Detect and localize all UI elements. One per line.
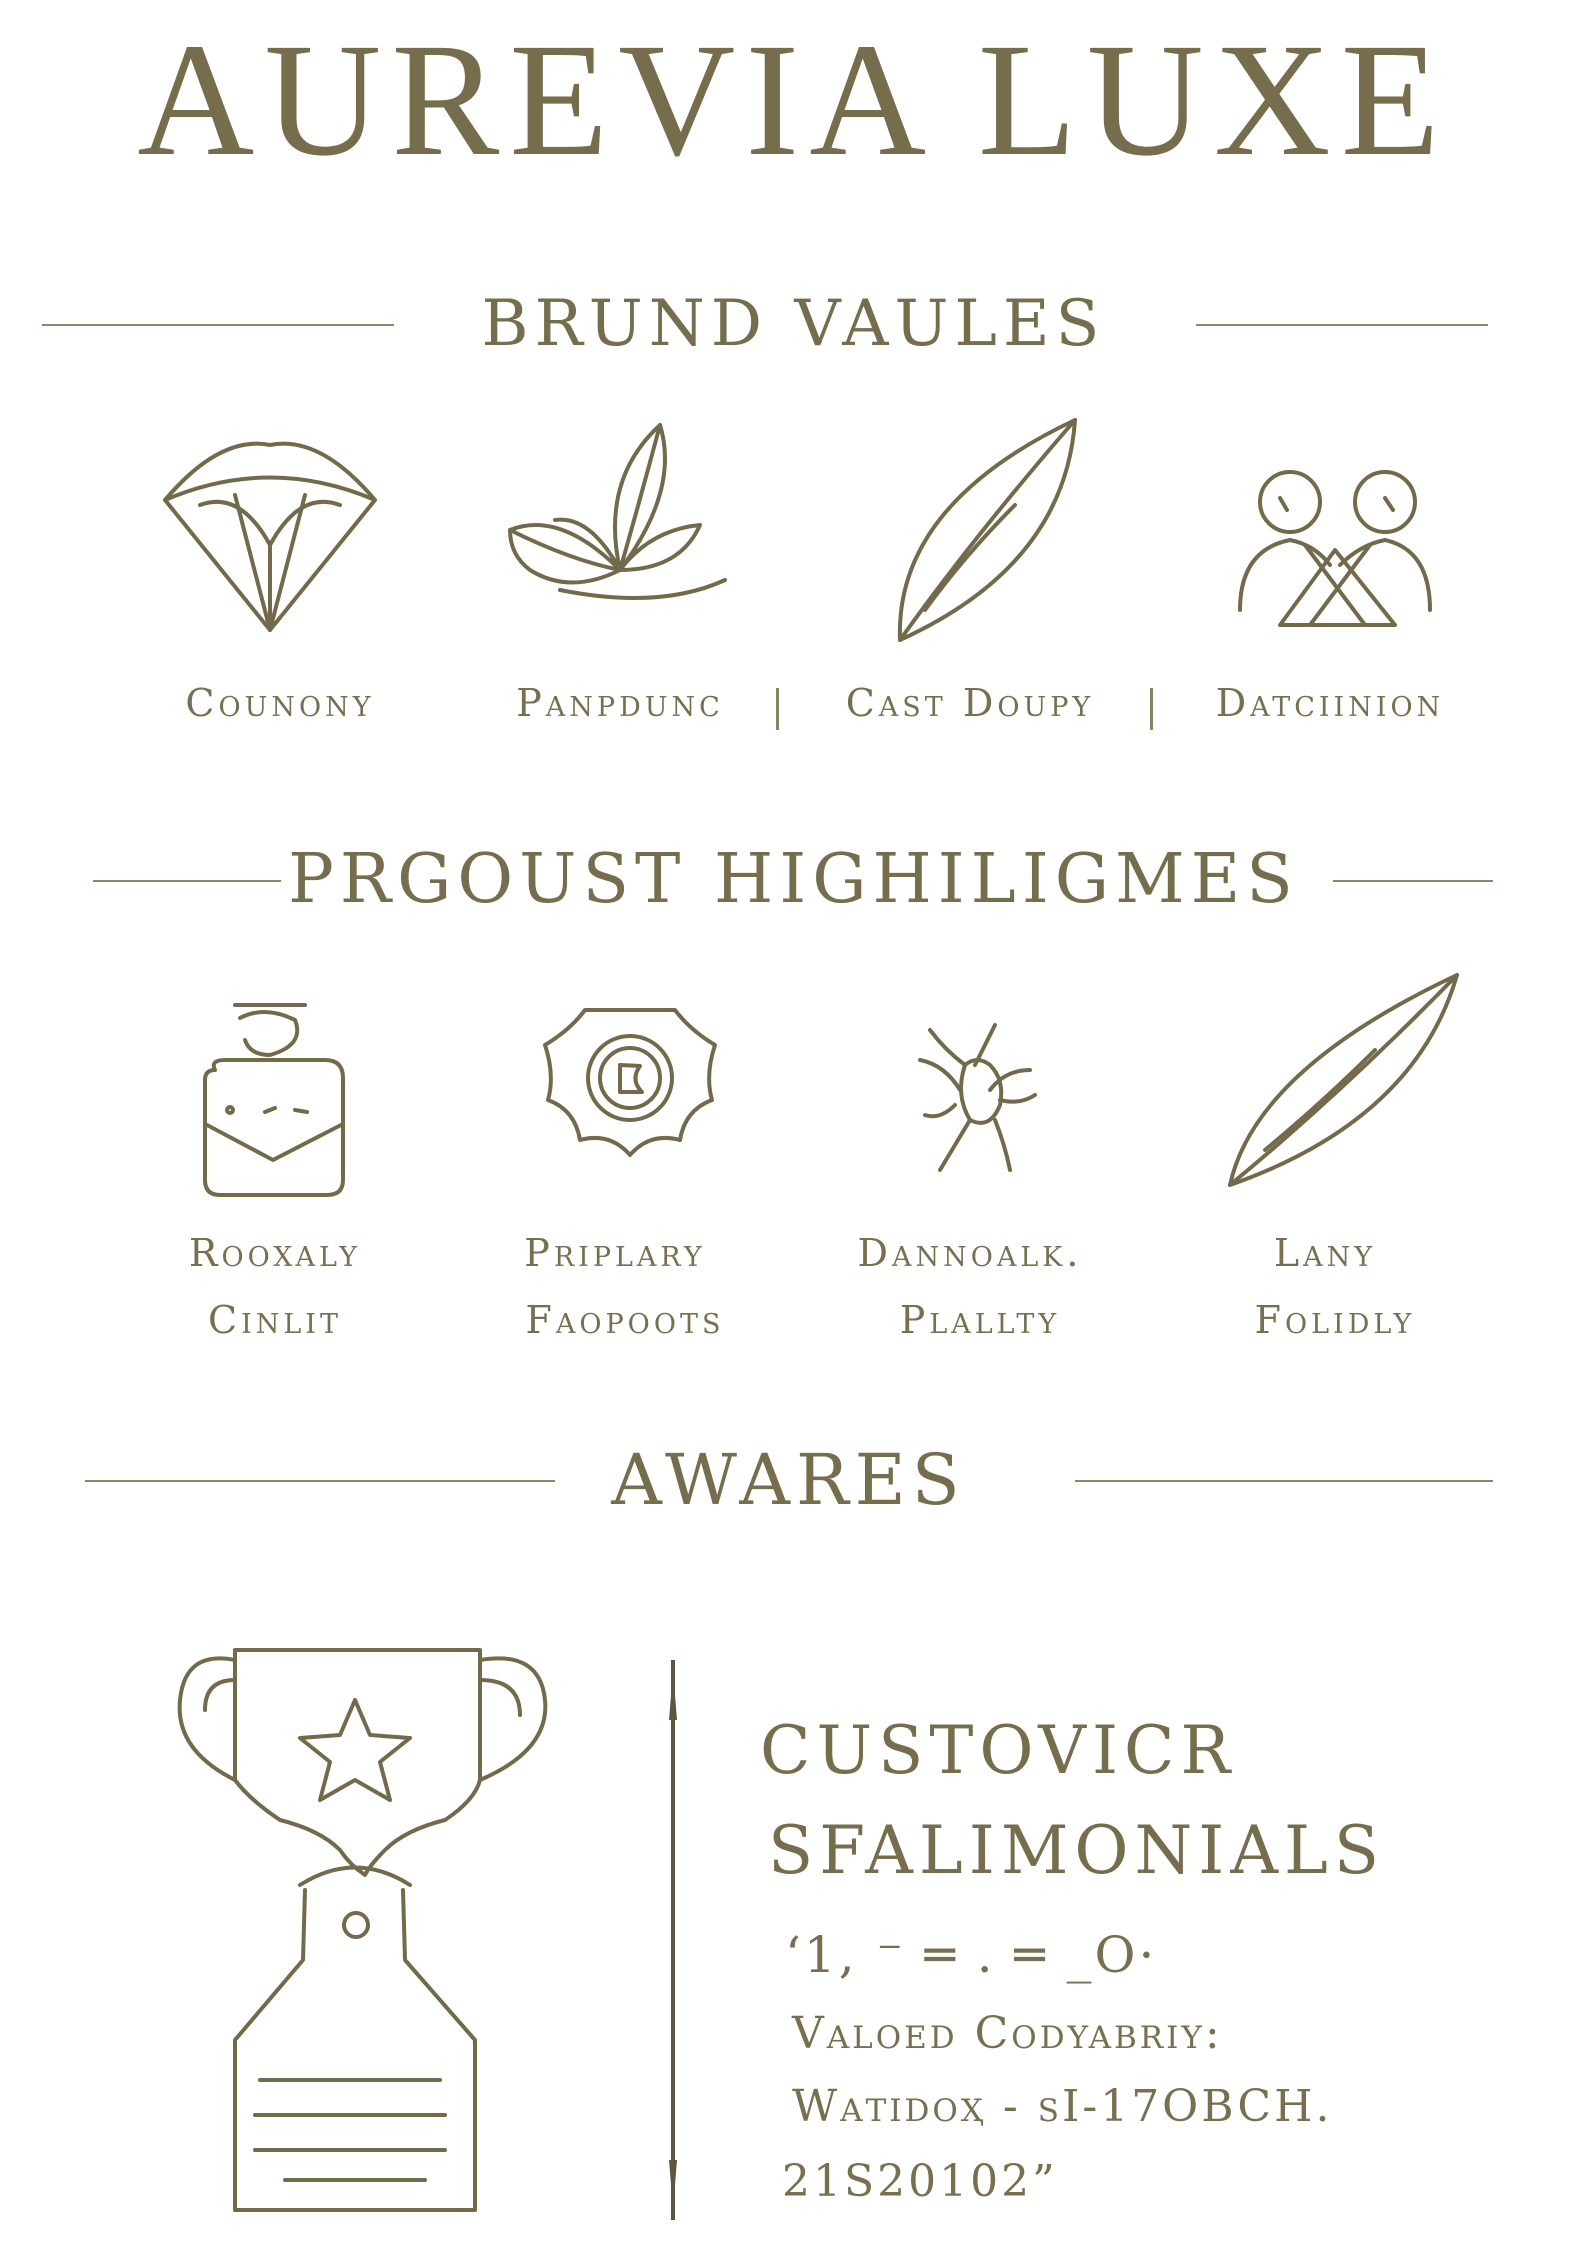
highlight-label-2-line1: Priplary [524, 1231, 706, 1275]
brand-value-label-3: Cast Doupy [845, 681, 1095, 725]
highlight-label-4-line2: Folidly [1254, 1298, 1416, 1342]
testimonial-line-1: Valoed Codyabriy: [792, 2008, 1223, 2059]
caption-separator [776, 688, 779, 730]
section-awards: AWARES [0, 1440, 1587, 1520]
highlight-label-1-line1: Rooxaly [188, 1231, 362, 1275]
botanical-icon [915, 1020, 1040, 1175]
brand-value-label-1: Counony [185, 681, 375, 725]
highlight-label-3-line1: Dannoalk. [857, 1231, 1083, 1275]
awards-divider [669, 1660, 677, 2220]
highlight-label-3-line2: Plallty [899, 1298, 1061, 1342]
testimonials-title-line2: SFALIMONIALS [768, 1812, 1386, 1889]
brand-value-label-2: Panpdunc [516, 681, 724, 725]
testimonials-squiggle: ‘1, ⁻ ═ . ═ _O· [785, 1926, 1158, 1984]
diamond-icon [160, 435, 380, 635]
section-title-product-highlights: PRGOUST HIGHILIGMES [288, 840, 1299, 919]
brand-title: AUREVIA LUXE [137, 11, 1450, 190]
highlight-label-1-line2: Cinlit [208, 1298, 342, 1342]
section-product-highlights: PRGOUST HIGHILIGMES [0, 840, 1587, 920]
section-title-brand-values: BRUND VAULES [481, 287, 1106, 361]
caption-separator [1150, 688, 1153, 730]
brand-value-label-4: Datciinion [1215, 681, 1445, 725]
sprout-icon [500, 420, 730, 630]
testimonials-title-line1: CUSTOVICR [760, 1712, 1237, 1789]
trophy-icon [175, 1640, 550, 2220]
feather-icon [1225, 970, 1460, 1190]
section-brand-values: BRUND VAULES [0, 284, 1587, 364]
highlight-label-4-line1: Lany [1273, 1231, 1377, 1275]
leaf-icon [895, 415, 1080, 645]
testimonial-line-3: 21S20102” [782, 2156, 1058, 2207]
two-people-icon [1235, 470, 1435, 635]
bottle-icon [195, 1000, 350, 1200]
section-title-awards: AWARES [611, 1439, 966, 1521]
highlight-label-2-line2: Faopoots [525, 1298, 725, 1342]
testimonial-line-2: Waтidoҳ - sI-17OBCH. [792, 2081, 1333, 2132]
seal-badge-icon [540, 1000, 720, 1160]
